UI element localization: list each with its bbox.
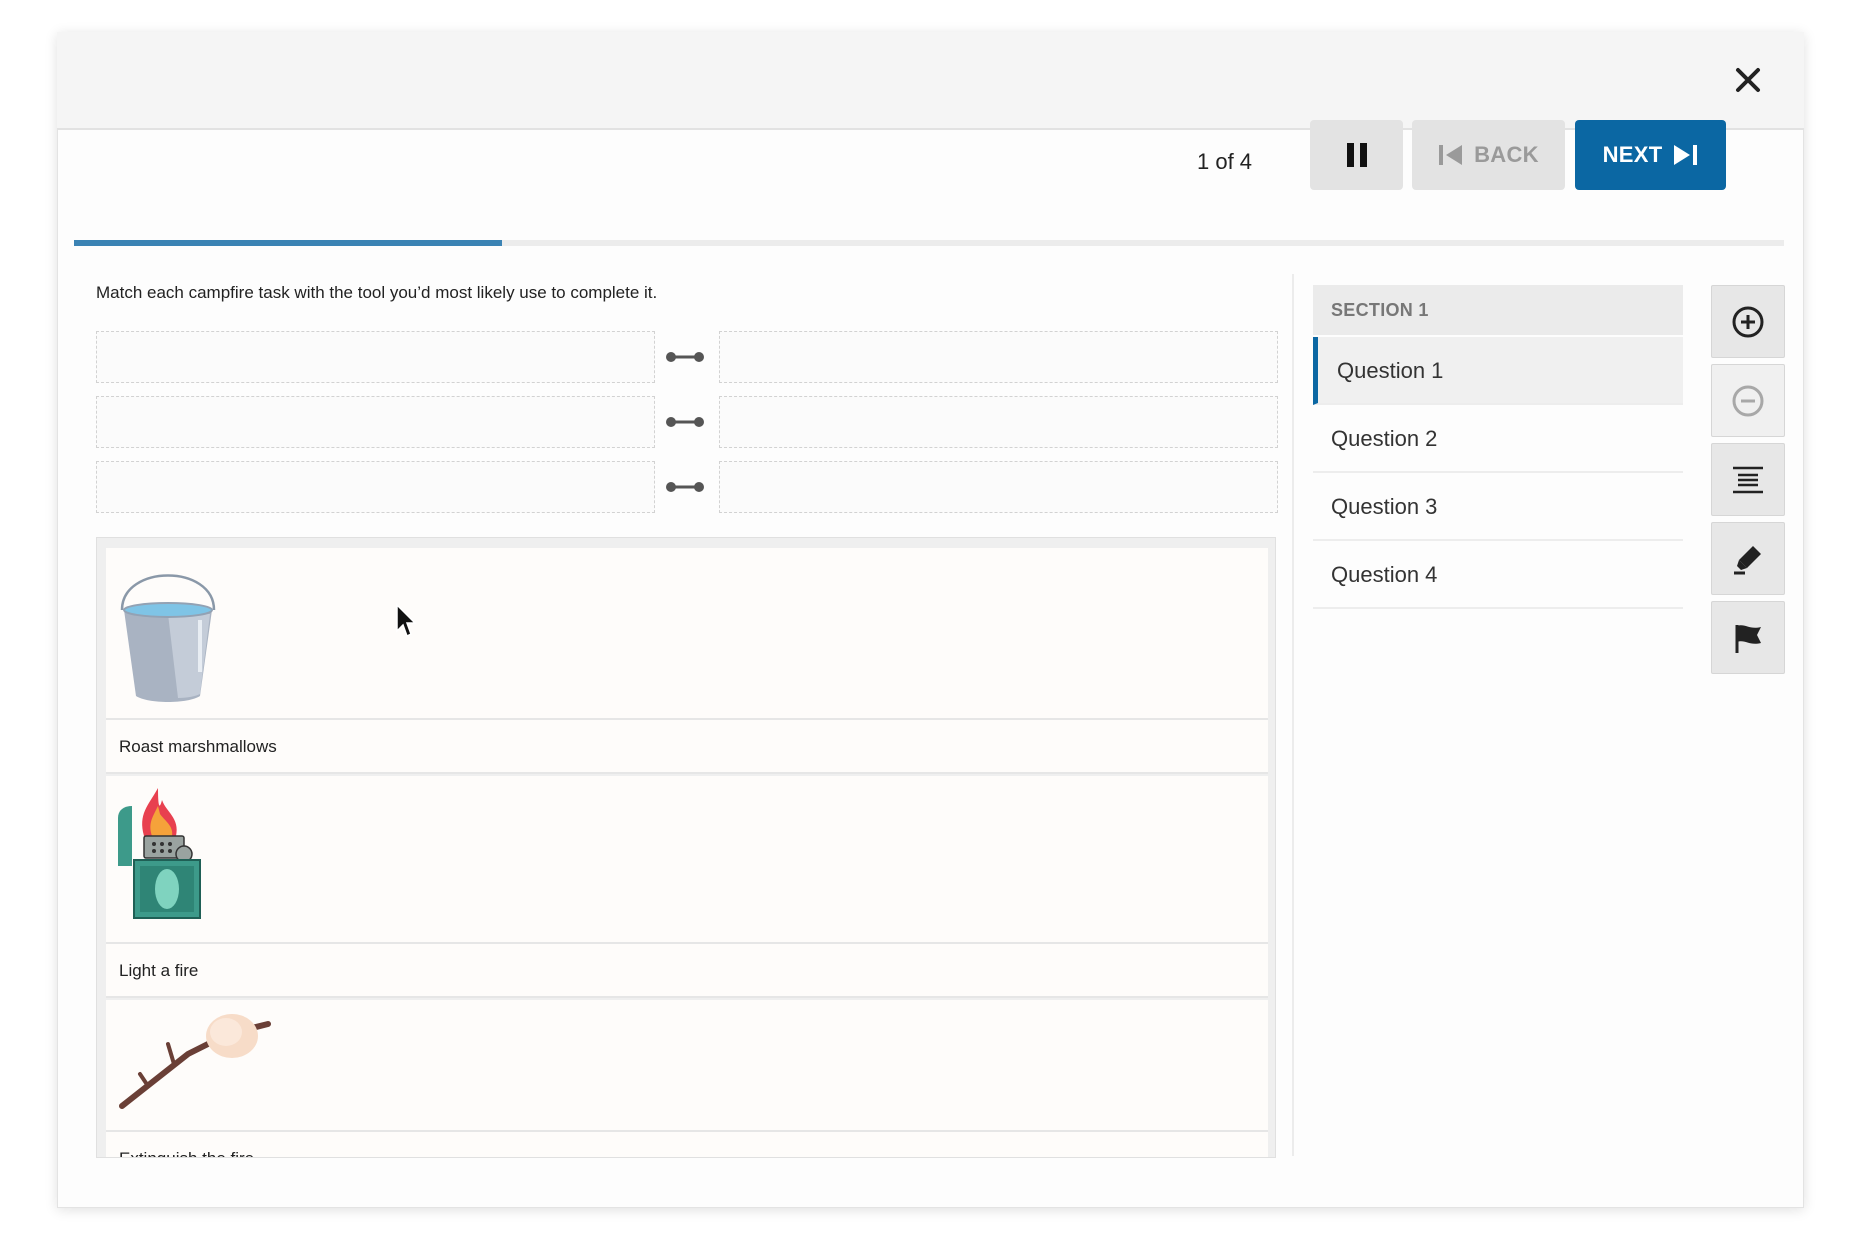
question-nav-item[interactable]: Question 1 bbox=[1313, 337, 1683, 405]
link-icon bbox=[666, 352, 704, 362]
marshmallow-stick-icon bbox=[119, 1014, 271, 1109]
drop-zone-left[interactable] bbox=[96, 331, 655, 383]
close-icon bbox=[1736, 68, 1760, 92]
dialog-titlebar bbox=[57, 32, 1804, 130]
drop-zone-left[interactable] bbox=[96, 461, 655, 513]
zoom-in-button[interactable] bbox=[1711, 285, 1785, 358]
question-nav-item[interactable]: Question 4 bbox=[1313, 541, 1683, 609]
pause-button[interactable] bbox=[1310, 120, 1403, 190]
progress-bar bbox=[74, 240, 1784, 246]
highlighter-button[interactable] bbox=[1711, 522, 1785, 595]
match-row bbox=[96, 396, 1278, 448]
flag-button[interactable] bbox=[1711, 601, 1785, 674]
close-button[interactable] bbox=[1728, 58, 1768, 102]
drop-zone-right[interactable] bbox=[719, 461, 1278, 513]
question-nav-item[interactable]: Question 2 bbox=[1313, 405, 1683, 473]
link-icon bbox=[666, 417, 704, 427]
line-reader-button[interactable] bbox=[1711, 443, 1785, 516]
progress-fill bbox=[74, 240, 502, 246]
next-button[interactable]: NEXT bbox=[1575, 120, 1726, 190]
drop-zone-left[interactable] bbox=[96, 396, 655, 448]
section-header: SECTION 1 bbox=[1313, 285, 1683, 335]
next-label: NEXT bbox=[1602, 142, 1663, 167]
skip-forward-icon bbox=[1674, 145, 1698, 165]
match-row bbox=[96, 461, 1278, 513]
back-button[interactable]: BACK bbox=[1412, 120, 1565, 190]
draggable-image-card[interactable] bbox=[106, 776, 1268, 944]
question-counter: 1 of 4 bbox=[1197, 149, 1253, 174]
drop-zone-right[interactable] bbox=[719, 331, 1278, 383]
water-bucket-icon bbox=[120, 574, 216, 702]
lighter-icon bbox=[118, 788, 201, 919]
draggable-text-card[interactable]: Roast marshmallows bbox=[106, 720, 1268, 774]
zoom-in-icon bbox=[1732, 306, 1764, 337]
highlighter-icon bbox=[1734, 545, 1761, 574]
skip-back-icon bbox=[1439, 145, 1463, 165]
draggable-image-card[interactable] bbox=[106, 548, 1268, 720]
draggable-text-card[interactable]: Extinguish the fire bbox=[106, 1132, 1268, 1157]
match-row bbox=[96, 331, 1278, 383]
draggable-text-card[interactable]: Light a fire bbox=[106, 944, 1268, 998]
pane-divider bbox=[1292, 274, 1294, 1156]
drop-zone-right[interactable] bbox=[719, 396, 1278, 448]
mouse-cursor-icon bbox=[396, 603, 417, 638]
question-prompt: Match each campfire task with the tool y… bbox=[96, 283, 658, 302]
answer-bank: Roast marshmallows Light a fire Extingui… bbox=[96, 537, 1276, 1158]
back-label: BACK bbox=[1474, 142, 1539, 167]
line-reader-icon bbox=[1733, 466, 1763, 493]
pause-icon bbox=[1346, 143, 1367, 167]
question-nav-item[interactable]: Question 3 bbox=[1313, 473, 1683, 541]
link-icon bbox=[666, 482, 704, 492]
zoom-out-icon bbox=[1732, 385, 1764, 416]
draggable-image-card[interactable] bbox=[106, 1000, 1268, 1132]
zoom-out-button[interactable] bbox=[1711, 364, 1785, 437]
flag-icon bbox=[1735, 624, 1761, 653]
